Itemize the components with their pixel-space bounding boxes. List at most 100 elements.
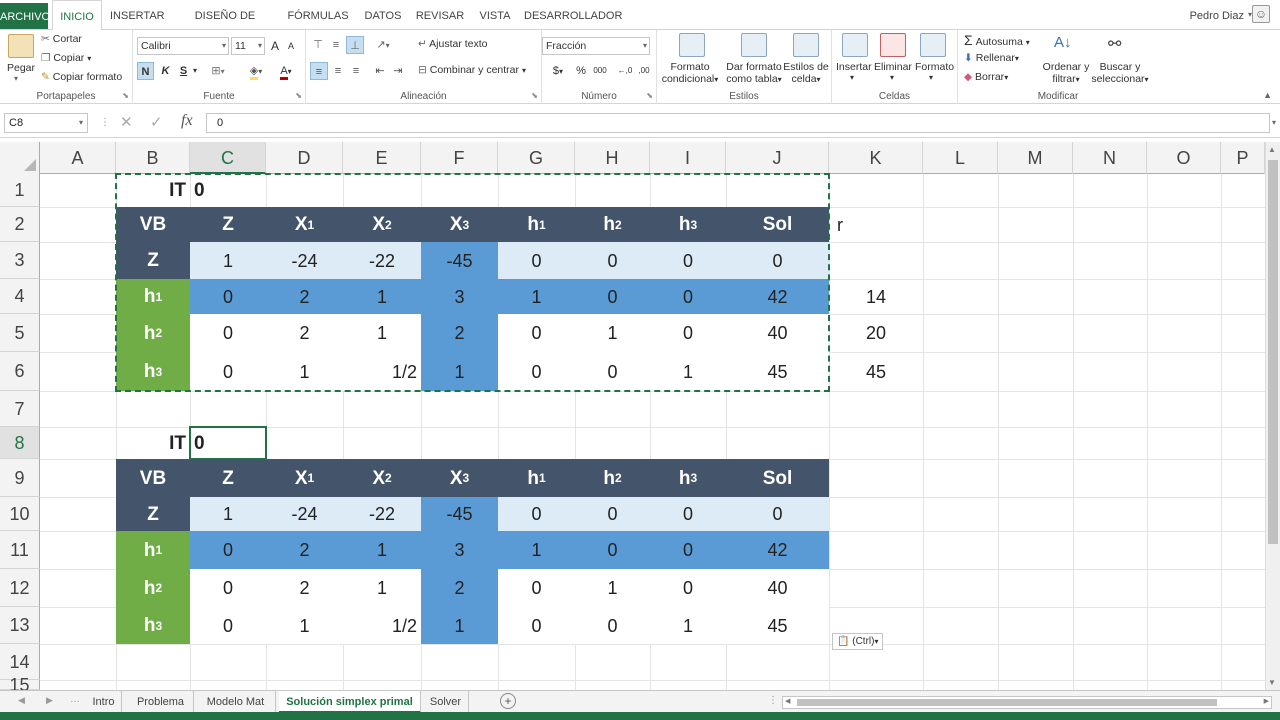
font-launcher-icon[interactable]: ⬊ bbox=[295, 91, 302, 100]
tableau2-cell-r3-c2[interactable]: 1/2 bbox=[343, 607, 421, 644]
row-header-6[interactable]: 6 bbox=[0, 352, 40, 391]
format-as-table-icon[interactable] bbox=[741, 33, 767, 57]
row-header-15[interactable]: 15 bbox=[0, 676, 40, 690]
tableau2-cell-r3-c0[interactable]: 0 bbox=[190, 607, 266, 644]
stray-text-k2[interactable]: r bbox=[833, 207, 847, 242]
user-avatar[interactable]: ☺ bbox=[1252, 5, 1270, 23]
alignment-launcher-icon[interactable]: ⬊ bbox=[531, 91, 538, 100]
delete-cells-button[interactable]: Eliminar bbox=[874, 61, 912, 73]
tab-formulas[interactable]: FÓRMULAS bbox=[284, 0, 352, 30]
fill-color-button[interactable]: ◈▾ bbox=[243, 62, 269, 80]
vertical-scrollbar[interactable]: ▲ ▼ bbox=[1265, 142, 1280, 690]
column-header-d[interactable]: D bbox=[266, 142, 343, 174]
increase-decimals-button[interactable]: ←,0 bbox=[616, 62, 634, 80]
tab-insertar[interactable]: INSERTAR bbox=[110, 0, 165, 30]
user-name[interactable]: Pedro Diaz bbox=[1190, 10, 1244, 22]
tableau1-ratio-0[interactable]: 14 bbox=[829, 279, 923, 314]
format-cells-button[interactable]: Formato bbox=[915, 61, 954, 73]
sheet-tab-0[interactable]: Intro bbox=[86, 691, 122, 713]
paste-chevron-icon[interactable]: ▾ bbox=[14, 74, 18, 83]
tableau2-cell-r1-c3[interactable]: 3 bbox=[421, 531, 498, 569]
column-header-f[interactable]: F bbox=[421, 142, 498, 174]
conditional-format-button[interactable]: Formato condicional▾ bbox=[657, 61, 723, 86]
horizontal-scrollbar[interactable]: ◀ ▶ bbox=[782, 696, 1272, 709]
tableau2-vb-0[interactable]: Z bbox=[116, 497, 190, 531]
tableau2-cell-r0-c3[interactable]: -45 bbox=[421, 497, 498, 531]
column-header-l[interactable]: L bbox=[923, 142, 998, 174]
tableau2-header-7[interactable]: h3 bbox=[650, 459, 726, 497]
tab-inicio[interactable]: INICIO bbox=[52, 0, 102, 31]
tableau1-ratio-1[interactable]: 20 bbox=[829, 314, 923, 352]
sheet-tab-3[interactable]: Solución simplex primal bbox=[279, 691, 421, 713]
row-header-5[interactable]: 5 bbox=[0, 314, 40, 352]
tableau2-cell-r2-c3[interactable]: 2 bbox=[421, 569, 498, 607]
tableau2-header-2[interactable]: X1 bbox=[266, 459, 343, 497]
scroll-left-icon[interactable]: ◀ bbox=[785, 697, 790, 705]
column-header-o[interactable]: O bbox=[1147, 142, 1221, 174]
tableau2-cell-r1-c6[interactable]: 0 bbox=[650, 531, 726, 569]
tableau2-vb-3[interactable]: h3 bbox=[116, 607, 190, 644]
tab-vista[interactable]: VISTA bbox=[474, 0, 516, 30]
orientation-icon[interactable]: ↗▾ bbox=[372, 36, 394, 54]
column-header-g[interactable]: G bbox=[498, 142, 575, 174]
chevron-down-icon[interactable]: ▾ bbox=[890, 73, 894, 82]
column-header-e[interactable]: E bbox=[343, 142, 421, 174]
cancel-icon[interactable]: ✕ bbox=[120, 113, 133, 133]
active-cell-c8[interactable] bbox=[189, 426, 267, 460]
row-header-11[interactable]: 11 bbox=[0, 531, 40, 569]
column-header-m[interactable]: M bbox=[998, 142, 1073, 174]
next-sheet-icon[interactable]: ▶ bbox=[46, 695, 53, 706]
align-top-icon[interactable]: ⊤ bbox=[310, 36, 326, 54]
row-header-9[interactable]: 9 bbox=[0, 459, 40, 497]
underline-button[interactable]: S bbox=[176, 62, 191, 80]
font-family-select[interactable]: Calibri ▾ bbox=[137, 37, 229, 55]
tableau2-cell-r2-c2[interactable]: 1 bbox=[343, 569, 421, 607]
tableau2-vb-2[interactable]: h2 bbox=[116, 569, 190, 607]
decrease-decimals-button[interactable]: ,00 bbox=[635, 62, 653, 80]
chevron-down-icon[interactable]: ▾ bbox=[850, 73, 854, 82]
row-header-7[interactable]: 7 bbox=[0, 391, 40, 427]
find-select-button[interactable]: Buscar y seleccionar▾ bbox=[1090, 61, 1150, 86]
decrease-indent-icon[interactable]: ⇤ bbox=[372, 62, 388, 80]
sheet-tab-1[interactable]: Problema bbox=[128, 691, 194, 713]
column-header-h[interactable]: H bbox=[575, 142, 650, 174]
tableau2-cell-r0-c7[interactable]: 0 bbox=[726, 497, 829, 531]
tableau2-header-6[interactable]: h2 bbox=[575, 459, 650, 497]
row-header-3[interactable]: 3 bbox=[0, 242, 40, 279]
tableau2-cell-r2-c4[interactable]: 0 bbox=[498, 569, 575, 607]
column-header-i[interactable]: I bbox=[650, 142, 726, 174]
align-left-icon[interactable]: ≡ bbox=[310, 62, 328, 80]
clipboard-launcher-icon[interactable]: ⬊ bbox=[122, 91, 129, 100]
sheet-tab-4[interactable]: Solver bbox=[423, 691, 469, 713]
scroll-right-icon[interactable]: ▶ bbox=[1264, 697, 1269, 705]
sort-filter-button[interactable]: Ordenar y filtrar▾ bbox=[1040, 61, 1092, 86]
tableau2-header-4[interactable]: X3 bbox=[421, 459, 498, 497]
binoculars-icon[interactable]: ⚯ bbox=[1108, 34, 1121, 54]
select-all-corner[interactable] bbox=[0, 142, 40, 174]
format-as-table-button[interactable]: Dar formato como tabla▾ bbox=[721, 61, 787, 86]
wrap-text-button[interactable]: ↵ Ajustar texto bbox=[418, 38, 488, 50]
vertical-scroll-thumb[interactable] bbox=[1268, 160, 1278, 544]
row-header-8[interactable]: 8 bbox=[0, 427, 40, 459]
clear-button[interactable]: ◆ Borrar▾ bbox=[964, 71, 1008, 83]
column-header-j[interactable]: J bbox=[726, 142, 829, 174]
column-header-n[interactable]: N bbox=[1073, 142, 1147, 174]
enter-check-icon[interactable]: ✓ bbox=[150, 113, 163, 133]
tab-splitter-icon[interactable]: ⋮ bbox=[768, 695, 778, 706]
tab-datos[interactable]: DATOS bbox=[360, 0, 406, 30]
tableau2-cell-r3-c4[interactable]: 0 bbox=[498, 607, 575, 644]
copy-button[interactable]: ❐ Copiar ▾ bbox=[41, 52, 91, 64]
expand-formula-bar-icon[interactable]: ▾ bbox=[1272, 113, 1276, 133]
sheet-tab-2[interactable]: Modelo Mat bbox=[196, 691, 276, 713]
tableau2-cell-r0-c5[interactable]: 0 bbox=[575, 497, 650, 531]
tab-archivo[interactable]: ARCHIVO bbox=[0, 3, 50, 29]
tableau2-header-3[interactable]: X2 bbox=[343, 459, 421, 497]
paste-button[interactable]: Pegar bbox=[7, 62, 35, 74]
column-header-c[interactable]: C bbox=[190, 142, 266, 174]
underline-chevron-icon[interactable]: ▾ bbox=[191, 62, 199, 80]
align-center-icon[interactable]: ≡ bbox=[330, 62, 346, 80]
tableau2-cell-r0-c0[interactable]: 1 bbox=[190, 497, 266, 531]
tableau2-cell-r3-c1[interactable]: 1 bbox=[266, 607, 343, 644]
scroll-up-icon[interactable]: ▲ bbox=[1268, 145, 1276, 154]
row-header-1[interactable]: 1 bbox=[0, 174, 40, 207]
